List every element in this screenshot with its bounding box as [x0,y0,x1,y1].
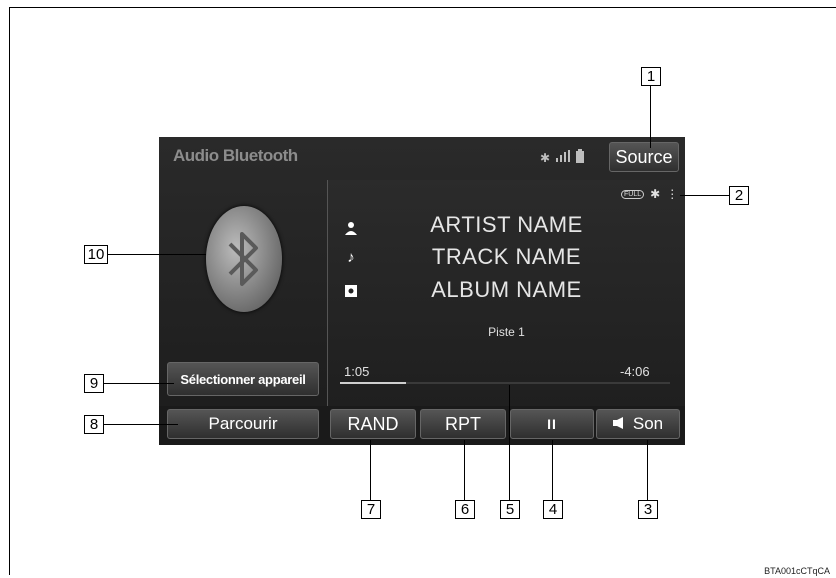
track-name: TRACK NAME [431,244,582,269]
battery-icon [576,149,585,166]
frame-left-border [9,7,10,575]
signal-icon [556,150,571,165]
elapsed-time: 1:05 [344,364,370,379]
callout-3-line [647,440,648,500]
full-icon: FULL [621,189,645,199]
bluetooth-logo-icon [206,206,282,312]
source-button[interactable]: Source [609,142,679,172]
callout-9-line [104,383,174,384]
track-number: Piste 1 [488,325,525,339]
sound-label: Son [632,414,664,433]
callout-10-line [108,254,206,255]
callout-1-line [650,86,651,148]
progress-bar[interactable] [340,382,670,384]
callout-9: 9 [84,374,104,393]
frame-top-border [9,7,836,8]
callout-3: 3 [638,500,658,519]
callout-5-line [509,385,510,500]
progress-fill [340,382,406,384]
random-button[interactable]: RAND [330,409,416,439]
mini-status-icons: FULL ✱ ⋮ [621,187,678,201]
status-bar: ✱ [540,149,585,166]
bluetooth-icon: ✱ [540,150,551,165]
callout-7-line [370,440,371,500]
callout-2-line [680,195,729,196]
pause-icon: II [547,416,557,432]
album-name: ALBUM NAME [431,277,582,302]
remaining-time: -4:06 [620,364,650,379]
browse-button[interactable]: Parcourir [167,409,319,439]
figure-code: BTA001cCTqCA [764,566,830,576]
callout-6: 6 [455,500,475,519]
callout-7: 7 [361,500,381,519]
callout-8-line [104,424,178,425]
artist-name: ARTIST NAME [430,212,583,237]
sound-button[interactable]: Son [596,409,680,439]
repeat-button[interactable]: RPT [420,409,506,439]
callout-5: 5 [500,500,520,519]
callout-6-line [464,440,465,500]
pause-button[interactable]: II [510,409,594,439]
callout-4-line [552,440,553,500]
callout-4: 4 [543,500,563,519]
screen-title: Audio Bluetooth [173,146,298,165]
callout-2: 2 [729,186,749,205]
speaker-icon [612,414,623,434]
callout-1: 1 [641,67,661,86]
bluetooth-icon: ✱ [650,187,661,201]
menu-dots-icon: ⋮ [666,187,679,201]
select-device-button[interactable]: Sélectionner appareil [167,362,319,396]
callout-10: 10 [84,245,108,264]
callout-8: 8 [84,415,104,434]
